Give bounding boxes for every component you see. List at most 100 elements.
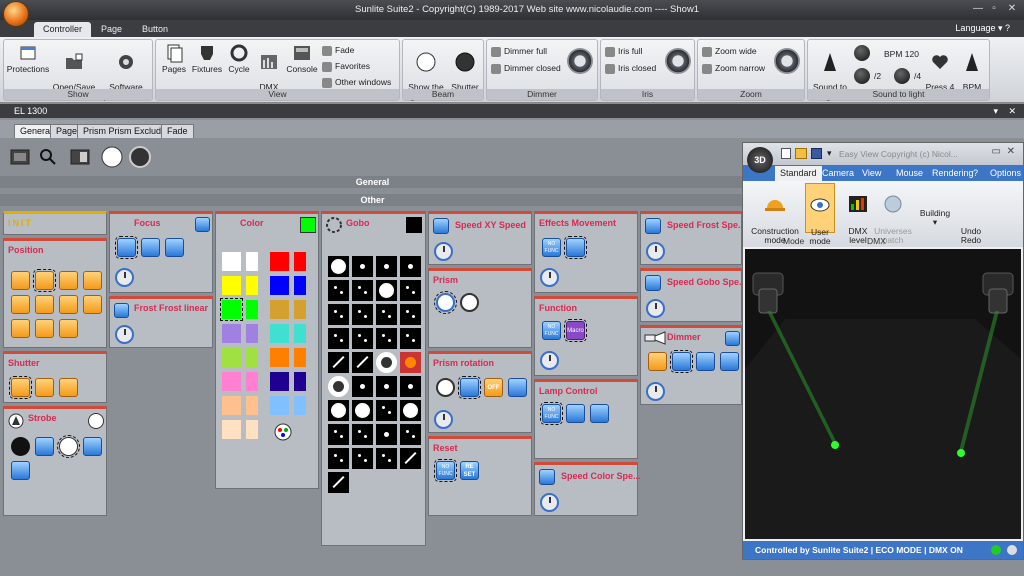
gobo-big-icon[interactable] xyxy=(376,280,397,301)
color-swatch[interactable] xyxy=(246,276,258,295)
building-button[interactable]: Building ▾ xyxy=(917,183,953,227)
prism-rotation-icon-1[interactable] xyxy=(436,378,455,397)
color-swatch[interactable] xyxy=(222,324,241,343)
gobo-dots-icon[interactable] xyxy=(352,424,373,445)
gobo-big-icon[interactable] xyxy=(328,256,349,277)
tab-standard[interactable]: Standard xyxy=(775,166,822,181)
strobe-closed-icon[interactable] xyxy=(11,437,30,456)
focus-dial[interactable] xyxy=(115,268,134,287)
tab-page[interactable]: Page xyxy=(92,22,131,37)
save-icon[interactable] xyxy=(811,148,822,159)
color-swatch[interactable] xyxy=(294,348,306,367)
gobo-star-icon[interactable] xyxy=(328,304,349,325)
gobo-burst-icon[interactable] xyxy=(352,304,373,325)
other-windows-button[interactable]: Other windows xyxy=(322,76,391,88)
function-no-func-button[interactable]: NO FUNC xyxy=(542,321,561,340)
focus-icon-3[interactable] xyxy=(165,238,184,257)
fade-button[interactable]: Fade xyxy=(322,44,354,56)
color-swatch[interactable] xyxy=(270,252,289,271)
speed-gobo-dial[interactable] xyxy=(646,299,665,318)
gobo-dots-icon[interactable] xyxy=(376,328,397,349)
speed-frost-icon[interactable] xyxy=(645,218,661,234)
gobo-big-icon[interactable] xyxy=(352,400,373,421)
focus-icon-1[interactable] xyxy=(115,236,138,259)
zoom-wide-button[interactable]: Zoom wide xyxy=(702,45,757,57)
console-button[interactable]: Console xyxy=(285,43,319,74)
iris-full-button[interactable]: Iris full xyxy=(605,45,643,57)
options-menu[interactable]: Options xyxy=(985,166,1024,181)
cycle-button[interactable]: Cycle xyxy=(226,43,252,74)
strobe-open-icon[interactable] xyxy=(88,413,104,429)
lamp-no-func-button[interactable]: NO FUNC xyxy=(540,402,563,425)
protections-button[interactable]: Protections xyxy=(6,43,50,74)
gobo-dots-icon[interactable] xyxy=(328,280,349,301)
gobo-dot-icon[interactable] xyxy=(376,256,397,277)
color-swatch[interactable] xyxy=(270,276,289,295)
speed-color-dial[interactable] xyxy=(540,493,559,512)
dimmer-icon-2[interactable] xyxy=(670,350,693,373)
help-menu[interactable]: ? xyxy=(968,166,983,181)
gobo-burst-icon[interactable] xyxy=(400,424,421,445)
prism-rotation-off-button[interactable]: OFF xyxy=(484,378,503,397)
prism-on-icon[interactable] xyxy=(460,293,479,312)
color-swatch[interactable] xyxy=(220,298,243,321)
gobo-big-icon[interactable] xyxy=(400,400,421,421)
position-icon-10[interactable] xyxy=(35,319,54,338)
lamp-on-icon[interactable] xyxy=(590,404,609,423)
position-icon-7[interactable] xyxy=(59,295,78,314)
speed-gobo-icon[interactable] xyxy=(645,275,661,291)
gobo-off-icon[interactable] xyxy=(400,352,421,373)
tab-view[interactable]: View xyxy=(857,166,886,181)
gobo-dot-icon[interactable] xyxy=(352,376,373,397)
white-circle-icon[interactable] xyxy=(101,146,123,168)
color-swatch[interactable] xyxy=(270,372,289,391)
gobo-cross-icon[interactable] xyxy=(328,424,349,445)
shutter-icon-3[interactable] xyxy=(59,378,78,397)
color-swatch[interactable] xyxy=(246,324,258,343)
color-swatch[interactable] xyxy=(246,372,258,391)
gobo-dot-icon[interactable] xyxy=(352,256,373,277)
zoom-narrow-button[interactable]: Zoom narrow xyxy=(702,62,765,74)
gobo-dots-icon[interactable] xyxy=(376,304,397,325)
position-icon-11[interactable] xyxy=(59,319,78,338)
function-dial[interactable] xyxy=(540,351,559,370)
effects-movement-dial[interactable] xyxy=(540,268,559,287)
dimmer-closed-button[interactable]: Dimmer closed xyxy=(491,62,561,74)
gobo-rot-icon[interactable] xyxy=(328,376,349,397)
color-swatch[interactable] xyxy=(246,300,258,319)
lamp-off-icon[interactable] xyxy=(566,404,585,423)
color-swatch[interactable] xyxy=(294,396,306,415)
gobo-line-icon[interactable] xyxy=(328,472,349,493)
position-icon-2[interactable] xyxy=(33,269,56,292)
strobe-open-selected-icon[interactable] xyxy=(57,435,80,458)
div2-button[interactable] xyxy=(854,68,870,84)
layout-icon[interactable] xyxy=(70,148,90,166)
search-icon[interactable] xyxy=(38,148,58,166)
color-swatch[interactable] xyxy=(222,396,241,415)
speed-color-icon[interactable] xyxy=(539,469,555,485)
app-menu-button[interactable] xyxy=(3,1,29,27)
gobo-dot-icon[interactable] xyxy=(376,424,397,445)
pages-button[interactable]: Pages xyxy=(160,43,188,74)
iris-knob[interactable] xyxy=(665,48,691,74)
gobo-dots-icon[interactable] xyxy=(352,280,373,301)
position-icon-6[interactable] xyxy=(35,295,54,314)
gobo-dots-icon[interactable] xyxy=(400,328,421,349)
gobo-line-icon[interactable] xyxy=(328,352,349,373)
frost-header-icon[interactable] xyxy=(114,303,129,318)
iris-closed-button[interactable]: Iris closed xyxy=(605,62,656,74)
focus-header-icon[interactable] xyxy=(195,217,210,232)
color-swatch[interactable] xyxy=(294,324,306,343)
gobo-dot-icon[interactable] xyxy=(400,376,421,397)
gobo-big-icon[interactable] xyxy=(328,400,349,421)
strobe-pulse-icon[interactable] xyxy=(11,461,30,480)
dimmer-full-button[interactable]: Dimmer full xyxy=(491,45,547,57)
close-icon[interactable]: ✕ xyxy=(1006,3,1018,15)
speed-xy-dial[interactable] xyxy=(434,242,453,261)
close-fixture-window-icon[interactable]: ✕ xyxy=(1008,104,1016,118)
3d-scene-view[interactable] xyxy=(745,249,1021,539)
color-swatch[interactable] xyxy=(222,348,241,367)
color-swatch[interactable] xyxy=(294,372,306,391)
prism-rotation-icon-4[interactable] xyxy=(508,378,527,397)
new-file-icon[interactable] xyxy=(781,148,791,159)
